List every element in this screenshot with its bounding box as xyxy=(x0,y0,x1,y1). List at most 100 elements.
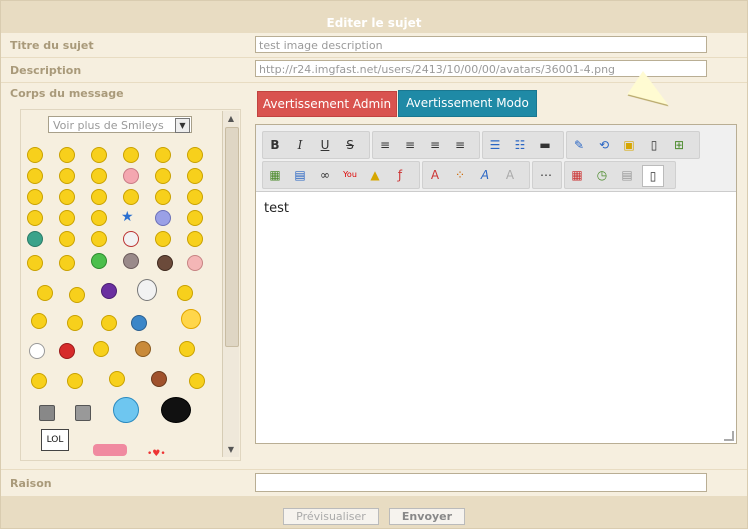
align-center-icon[interactable]: ≡ xyxy=(400,135,420,155)
question-smiley-icon[interactable] xyxy=(101,283,117,299)
smiley-scrollbar[interactable]: ▲ ▼ xyxy=(222,111,239,457)
smiley-icon[interactable] xyxy=(59,210,75,226)
send-button[interactable]: Envoyer xyxy=(389,508,465,525)
reading-icon[interactable] xyxy=(39,405,55,421)
preview-button[interactable]: Prévisualiser xyxy=(283,508,379,525)
elephant-icon[interactable] xyxy=(75,405,91,421)
host-image-icon[interactable]: ▤ xyxy=(290,165,310,185)
smiley-icon[interactable] xyxy=(59,255,75,271)
youtube-icon[interactable]: You xyxy=(340,165,360,185)
scroll-thumb[interactable] xyxy=(225,127,239,347)
flash-icon[interactable]: ƒ xyxy=(390,165,410,185)
smiley-icon[interactable] xyxy=(187,147,203,163)
calendar-icon[interactable]: ▦ xyxy=(567,165,587,185)
smiley-icon[interactable] xyxy=(157,255,173,271)
dailymotion-icon[interactable]: ▲ xyxy=(365,165,385,185)
admin-warning-button[interactable]: Avertissement Admin xyxy=(257,91,397,117)
scroll-down-icon[interactable]: ▼ xyxy=(225,444,237,456)
align-justify-icon[interactable]: ≡ xyxy=(450,135,470,155)
chevron-down-icon[interactable]: ▼ xyxy=(175,118,190,133)
smiley-icon[interactable] xyxy=(155,189,171,205)
paste-icon[interactable]: ▤ xyxy=(617,165,637,185)
italic-icon[interactable]: I xyxy=(290,135,310,155)
smiley-icon[interactable] xyxy=(27,210,43,226)
smiley-icon[interactable] xyxy=(189,373,205,389)
message-editor[interactable]: B I U S ≡ ≡ ≡ ≡ ☰ ☷ ▬ ✎ ⟲ ▣ ▯ ⊞ ▦ ▤ ∞ Yo… xyxy=(255,124,737,444)
smiley-icon[interactable] xyxy=(91,189,107,205)
hearts-small-icon[interactable]: •♥• xyxy=(147,449,166,459)
alien-icon[interactable] xyxy=(91,253,107,269)
smiley-icon[interactable] xyxy=(123,168,139,184)
smiley-icon[interactable] xyxy=(59,147,75,163)
santa-icon[interactable] xyxy=(93,341,109,357)
smiley-icon[interactable] xyxy=(91,210,107,226)
smiley-icon[interactable] xyxy=(27,147,43,163)
smiley-icon[interactable] xyxy=(155,231,171,247)
smiley-icon[interactable] xyxy=(177,285,193,301)
afro-icon[interactable] xyxy=(161,397,191,423)
smiley-icon[interactable] xyxy=(27,189,43,205)
hearts-icon[interactable] xyxy=(93,444,127,456)
smiley-icon[interactable] xyxy=(91,168,107,184)
scroll-up-icon[interactable]: ▲ xyxy=(225,113,237,125)
code-icon[interactable]: ⟲ xyxy=(594,135,614,155)
bullet-list-icon[interactable]: ☰ xyxy=(485,135,505,155)
font-color-icon[interactable]: ⁘ xyxy=(450,165,470,185)
smiley-icon[interactable] xyxy=(27,255,43,271)
smiley-icon[interactable] xyxy=(27,231,43,247)
smiley-icon[interactable] xyxy=(101,315,117,331)
sleep-icon[interactable] xyxy=(131,315,147,331)
king-icon[interactable] xyxy=(67,373,83,389)
hide-icon[interactable]: ▯ xyxy=(644,135,664,155)
lol-sign-icon[interactable]: LOL xyxy=(41,429,69,451)
scream-icon[interactable] xyxy=(137,279,157,301)
more-icon[interactable]: ⋯ xyxy=(536,165,556,185)
jester-icon[interactable] xyxy=(109,371,125,387)
modo-warning-button[interactable]: Avertissement Modo xyxy=(398,90,537,117)
strikethrough-icon[interactable]: S xyxy=(340,135,360,155)
cherry-icon[interactable] xyxy=(59,343,75,359)
smiley-icon[interactable] xyxy=(155,147,171,163)
smiley-icon[interactable] xyxy=(155,210,171,226)
editor-content[interactable]: test xyxy=(264,201,289,216)
link-icon[interactable]: ∞ xyxy=(315,165,335,185)
smiley-icon[interactable] xyxy=(155,168,171,184)
font-size-icon[interactable]: A xyxy=(425,165,445,185)
smiley-icon[interactable] xyxy=(151,371,167,387)
remove-format-icon[interactable]: A xyxy=(500,165,520,185)
underline-icon[interactable]: U xyxy=(315,135,335,155)
numbered-list-icon[interactable]: ☷ xyxy=(510,135,530,155)
smiley-icon[interactable] xyxy=(67,315,83,331)
smiley-icon[interactable] xyxy=(91,147,107,163)
cat-icon[interactable] xyxy=(123,253,139,269)
smiley-icon[interactable] xyxy=(59,231,75,247)
smiley-icon[interactable] xyxy=(31,313,47,329)
font-family-icon[interactable]: A xyxy=(475,165,495,185)
smiley-icon[interactable] xyxy=(59,168,75,184)
smiley-select[interactable]: Voir plus de Smileys ▼ xyxy=(48,116,192,133)
flower-icon[interactable] xyxy=(113,397,139,423)
pharaoh-icon[interactable] xyxy=(179,341,195,357)
horizontal-rule-icon[interactable]: ▬ xyxy=(535,135,555,155)
smiley-icon[interactable] xyxy=(123,189,139,205)
image-icon[interactable]: ▦ xyxy=(265,165,285,185)
align-right-icon[interactable]: ≡ xyxy=(425,135,445,155)
smiley-icon[interactable] xyxy=(27,168,43,184)
reindeer-icon[interactable] xyxy=(135,341,151,357)
table-icon[interactable]: ⊞ xyxy=(669,135,689,155)
smiley-icon[interactable] xyxy=(187,168,203,184)
smiley-icon[interactable] xyxy=(31,373,47,389)
smiley-icon[interactable] xyxy=(123,147,139,163)
smiley-icon[interactable] xyxy=(187,210,203,226)
quote-icon[interactable]: ✎ xyxy=(569,135,589,155)
reason-input[interactable] xyxy=(255,473,707,492)
smiley-icon[interactable] xyxy=(37,285,53,301)
bold-icon[interactable]: B xyxy=(265,135,285,155)
title-input[interactable]: test image description xyxy=(255,36,707,53)
align-left-icon[interactable]: ≡ xyxy=(375,135,395,155)
smiley-icon[interactable] xyxy=(91,231,107,247)
star-icon[interactable]: ★ xyxy=(121,209,134,225)
smiley-icon[interactable] xyxy=(69,287,85,303)
smiley-icon[interactable] xyxy=(187,231,203,247)
bunny-icon[interactable] xyxy=(29,343,45,359)
